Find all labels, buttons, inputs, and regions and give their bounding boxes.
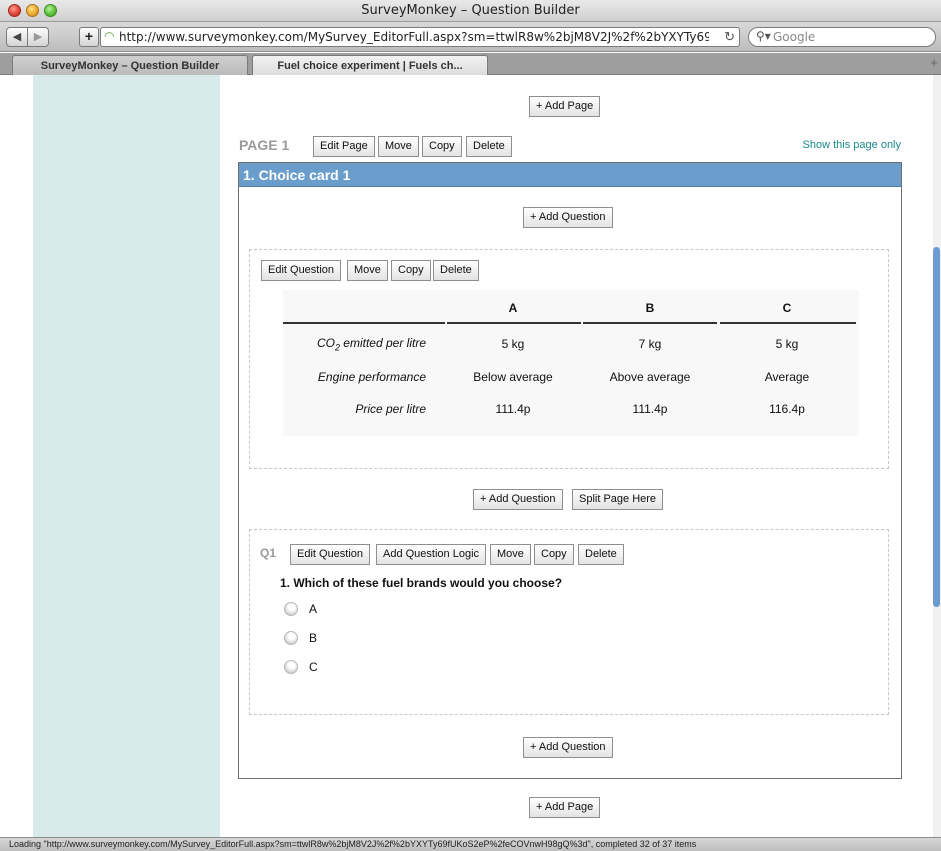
url-text[interactable]: http://www.surveymonkey.com/MySurvey_Edi…	[119, 30, 709, 44]
search-placeholder: Google	[773, 30, 816, 44]
add-bookmark-button[interactable]: +	[79, 27, 99, 47]
table-cell: 5 kg	[501, 337, 525, 351]
header-rule	[583, 322, 717, 324]
table-cell: Average	[764, 370, 810, 384]
option-label-a: A	[309, 602, 318, 616]
page-label: PAGE 1	[239, 137, 290, 153]
header-rule	[720, 322, 856, 324]
table-cell: 111.4p	[632, 402, 668, 416]
table-cell: Below average	[473, 370, 553, 384]
back-button[interactable]: ◀	[6, 27, 28, 47]
page-title: 1. Choice card 1	[243, 167, 351, 183]
tab-bar: SurveyMonkey – Question Builder Fuel cho…	[0, 53, 941, 75]
row-label-co2-rest: emitted per litre	[339, 336, 426, 350]
add-page-button-top[interactable]: + Add Page	[529, 96, 601, 117]
add-question-button-3[interactable]: + Add Question	[523, 737, 613, 758]
header-rule	[447, 322, 581, 324]
window-title: SurveyMonkey – Question Builder	[361, 3, 580, 18]
split-page-button[interactable]: Split Page Here	[572, 489, 664, 510]
edit-question-button[interactable]: Edit Question	[261, 260, 342, 281]
move-question-button[interactable]: Move	[347, 260, 388, 281]
copy-question-button[interactable]: Copy	[391, 260, 431, 281]
table-cell: 5 kg	[775, 337, 799, 351]
q1-move-button[interactable]: Move	[490, 544, 531, 565]
add-question-button-2[interactable]: + Add Question	[473, 489, 563, 510]
move-page-button[interactable]: Move	[378, 136, 419, 157]
browser-window: SurveyMonkey – Question Builder ◀ ▶ + ◠ …	[0, 0, 941, 851]
delete-page-button[interactable]: Delete	[466, 136, 512, 157]
q1-question: Q1 Edit Question Add Question Logic Move…	[249, 529, 889, 715]
status-bar: Loading "http://www.surveymonkey.com/MyS…	[0, 837, 941, 851]
radio-option-b[interactable]	[284, 631, 298, 645]
column-header-c: C	[782, 301, 792, 315]
title-bar: SurveyMonkey – Question Builder	[0, 0, 941, 22]
tab-question-builder[interactable]: SurveyMonkey – Question Builder	[12, 55, 248, 75]
radio-option-a[interactable]	[284, 602, 298, 616]
add-page-button-bottom[interactable]: + Add Page	[529, 797, 601, 818]
option-label-c: C	[309, 660, 318, 674]
page-container: 1. Choice card 1 + Add Question Edit Que…	[238, 162, 902, 779]
q1-title: 1. Which of these fuel brands would you …	[280, 576, 563, 590]
row-label-co2: CO2 emitted per litre	[246, 336, 426, 352]
row-label-co2-main: CO	[316, 336, 335, 350]
forward-button[interactable]: ▶	[27, 27, 49, 47]
left-sidebar	[33, 75, 220, 837]
column-header-a: A	[508, 301, 518, 315]
copy-page-button[interactable]: Copy	[422, 136, 462, 157]
table-cell: 111.4p	[495, 402, 531, 416]
page-header: 1. Choice card 1	[239, 163, 901, 187]
choice-table-question: Edit Question Move Copy Delete A B C CO2…	[249, 249, 889, 469]
add-question-button-1[interactable]: + Add Question	[523, 207, 613, 228]
scrollbar-thumb[interactable]	[933, 247, 940, 607]
choice-table: A B C CO2 emitted per litre 5 kg 7 kg 5 …	[283, 290, 859, 436]
new-tab-icon[interactable]: +	[930, 55, 938, 70]
table-cell: Above average	[609, 370, 691, 384]
q1-delete-button[interactable]: Delete	[578, 544, 624, 565]
address-bar[interactable]: ◠ http://www.surveymonkey.com/MySurvey_E…	[100, 27, 740, 47]
row-label-price: Price per litre	[355, 402, 426, 416]
q1-edit-question-button[interactable]: Edit Question	[290, 544, 371, 565]
show-this-page-only-link[interactable]: Show this page only	[803, 139, 901, 151]
question-number: Q1	[260, 546, 277, 560]
reload-icon[interactable]: ↻	[724, 29, 735, 45]
radio-option-c[interactable]	[284, 660, 298, 674]
vertical-scrollbar[interactable]	[933, 75, 941, 837]
option-label-b: B	[309, 631, 318, 645]
page-content: + Add Page PAGE 1 Edit Page Move Copy De…	[0, 75, 941, 837]
table-cell: 7 kg	[638, 337, 662, 351]
delete-question-button[interactable]: Delete	[433, 260, 479, 281]
browser-toolbar: ◀ ▶ + ◠ http://www.surveymonkey.com/MySu…	[0, 22, 941, 52]
q1-add-logic-button[interactable]: Add Question Logic	[376, 544, 487, 565]
q1-copy-button[interactable]: Copy	[534, 544, 574, 565]
site-loading-icon: ◠	[104, 29, 115, 43]
edit-page-button[interactable]: Edit Page	[313, 136, 375, 157]
search-icon[interactable]: ⚲▾	[756, 29, 771, 43]
table-cell: 116.4p	[769, 402, 805, 416]
search-field[interactable]: ⚲▾ Google	[748, 27, 936, 47]
column-header-b: B	[645, 301, 655, 315]
tab-fuel-choice[interactable]: Fuel choice experiment | Fuels ch...	[252, 55, 488, 75]
status-text: Loading "http://www.surveymonkey.com/MyS…	[9, 839, 697, 849]
header-rule	[283, 322, 445, 324]
row-label-engine: Engine performance	[317, 370, 426, 384]
